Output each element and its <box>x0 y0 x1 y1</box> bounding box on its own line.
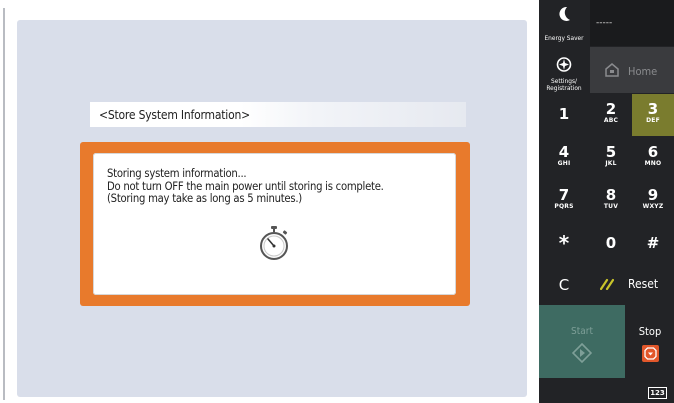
stop-icon <box>642 345 659 362</box>
keypad-key-letters: JKL <box>605 160 617 167</box>
start-button[interactable]: Start <box>539 305 625 378</box>
dialog-line-3: (Storing may take as long as 5 minutes.) <box>107 192 302 206</box>
stop-button[interactable]: Stop <box>626 305 674 378</box>
reset-icon <box>600 278 614 290</box>
keypad-key-number: # <box>646 234 660 252</box>
status-text: ----- <box>596 18 613 28</box>
keypad-key-number: 7 <box>558 186 570 204</box>
start-label: Start <box>571 326 593 337</box>
reset-label: Reset <box>628 277 659 291</box>
keypad-key-number: 1 <box>558 105 570 123</box>
clear-button[interactable]: C <box>539 266 589 302</box>
keypad-key-letters: GHI <box>557 160 571 167</box>
keypad-key-0[interactable]: 0 <box>590 223 632 265</box>
keypad-key-letters: MNO <box>644 160 662 167</box>
settings-label-line2: Registration <box>546 84 582 92</box>
keypad-key-6[interactable]: 6 MNO <box>632 137 674 179</box>
keypad-key-4[interactable]: 4 GHI <box>539 137 589 179</box>
reset-button[interactable]: Reset <box>590 266 674 302</box>
home-button[interactable]: Home <box>590 47 674 93</box>
keypad-key-9[interactable]: 9 WXYZ <box>632 180 674 222</box>
keypad-key-5[interactable]: 5 JKL <box>590 137 632 179</box>
keypad-key-number: 2 <box>605 100 617 118</box>
stopwatch-icon <box>260 226 288 260</box>
dialog-message: Storing system information... Do not tur… <box>107 167 447 206</box>
keypad-key-number: 0 <box>605 234 617 252</box>
settings-registration-button[interactable]: Settings/ Registration <box>539 47 589 93</box>
keypad-key-letters: PQRS <box>554 203 574 210</box>
keypad-key-number: * <box>558 231 570 255</box>
info-bar-title: <Store System Information> <box>90 102 466 127</box>
keypad-key-3[interactable]: 3 DEF <box>632 94 674 136</box>
energy-saver-label: Energy Saver <box>544 34 584 42</box>
stop-label: Stop <box>638 325 662 338</box>
home-label: Home <box>628 65 658 78</box>
energy-saver-button[interactable]: Energy Saver <box>539 0 589 46</box>
input-mode-badge[interactable]: 123 <box>648 387 667 399</box>
moon-icon <box>559 6 570 21</box>
home-icon <box>605 63 619 77</box>
start-icon <box>572 343 592 363</box>
dialog-line-1: Storing system information... <box>107 167 247 180</box>
keypad-key-star[interactable]: * <box>539 223 589 265</box>
input-mode-label: 123 <box>650 389 665 397</box>
keypad-key-number: 4 <box>558 143 570 161</box>
keypad-key-hash[interactable]: # <box>632 223 674 265</box>
keypad-key-number: 9 <box>647 186 659 204</box>
keypad-key-letters: WXYZ <box>642 203 664 210</box>
keypad-key-number: 3 <box>647 100 659 118</box>
settings-icon <box>556 57 572 72</box>
keypad-key-number: 8 <box>605 186 617 204</box>
keypad-key-letters: DEF <box>646 117 660 124</box>
keypad-key-1[interactable]: 1 <box>539 94 589 136</box>
keypad-key-number: 5 <box>605 143 617 161</box>
keypad-key-letters: ABC <box>603 117 619 124</box>
keypad-key-8[interactable]: 8 TUV <box>590 180 632 222</box>
keypad-key-letters: TUV <box>603 203 619 210</box>
keypad-key-2[interactable]: 2 ABC <box>590 94 632 136</box>
clear-label: C <box>558 276 570 294</box>
keypad-key-number: 6 <box>647 143 659 161</box>
status-display: ----- <box>590 0 674 46</box>
keypad-key-7[interactable]: 7 PQRS <box>539 180 589 222</box>
